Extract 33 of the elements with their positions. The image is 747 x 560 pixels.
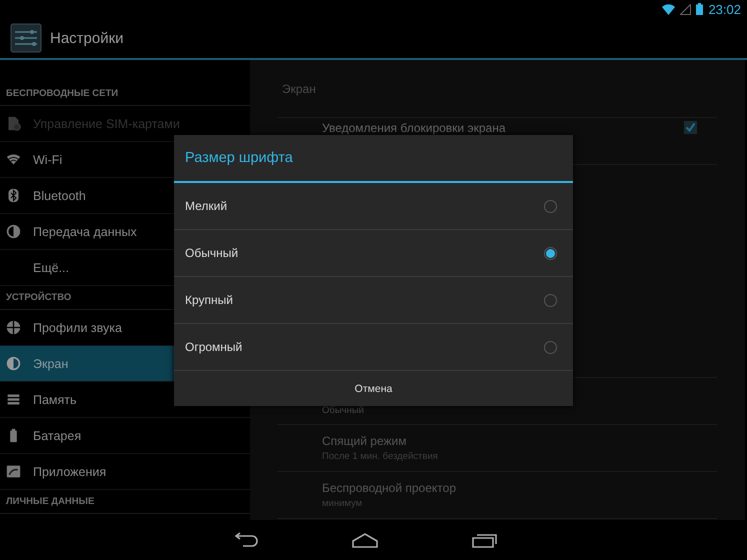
bluetooth-icon (6, 188, 21, 203)
storage-icon (6, 392, 21, 407)
radio-option[interactable]: Мелкий (174, 183, 573, 230)
wifi-signal-icon (662, 4, 676, 14)
radio-icon[interactable] (544, 340, 557, 354)
pie-icon (6, 224, 21, 239)
brightness-icon (6, 356, 21, 371)
recent-apps-icon[interactable] (470, 531, 498, 549)
radio-option[interactable]: Крупный (174, 277, 573, 324)
settings-sliders-icon[interactable] (10, 23, 42, 53)
wifi-icon (6, 152, 21, 167)
cell-signal-icon (680, 4, 692, 14)
setting-summary: Обычный (322, 405, 364, 416)
apps-icon (6, 464, 21, 479)
sidebar-item[interactable]: Батарея (0, 418, 250, 454)
setting-title: Спящий режим (322, 434, 408, 448)
app-title: Настройки (50, 30, 124, 46)
section-header: ЛИЧНЫЕ ДАННЫЕ (0, 490, 250, 514)
home-icon[interactable] (350, 531, 378, 549)
battery-icon (696, 3, 704, 15)
clock-time: 23:02 (708, 2, 741, 16)
setting-title: Беспроводной проектор (322, 481, 456, 495)
setting-title: Уведомления блокировки экрана (322, 121, 506, 135)
speaker-grille-icon (6, 320, 21, 335)
radio-option[interactable]: Обычный (174, 230, 573, 277)
radio-icon[interactable] (544, 294, 557, 306)
radio-icon[interactable] (544, 200, 557, 212)
radio-option[interactable]: Огромный (174, 324, 573, 371)
sim-card-icon (6, 116, 21, 131)
radio-icon[interactable] (544, 246, 557, 260)
sidebar-item[interactable]: Приложения (0, 454, 250, 490)
section-title: Экран (282, 82, 316, 96)
checkbox[interactable] (684, 121, 697, 134)
